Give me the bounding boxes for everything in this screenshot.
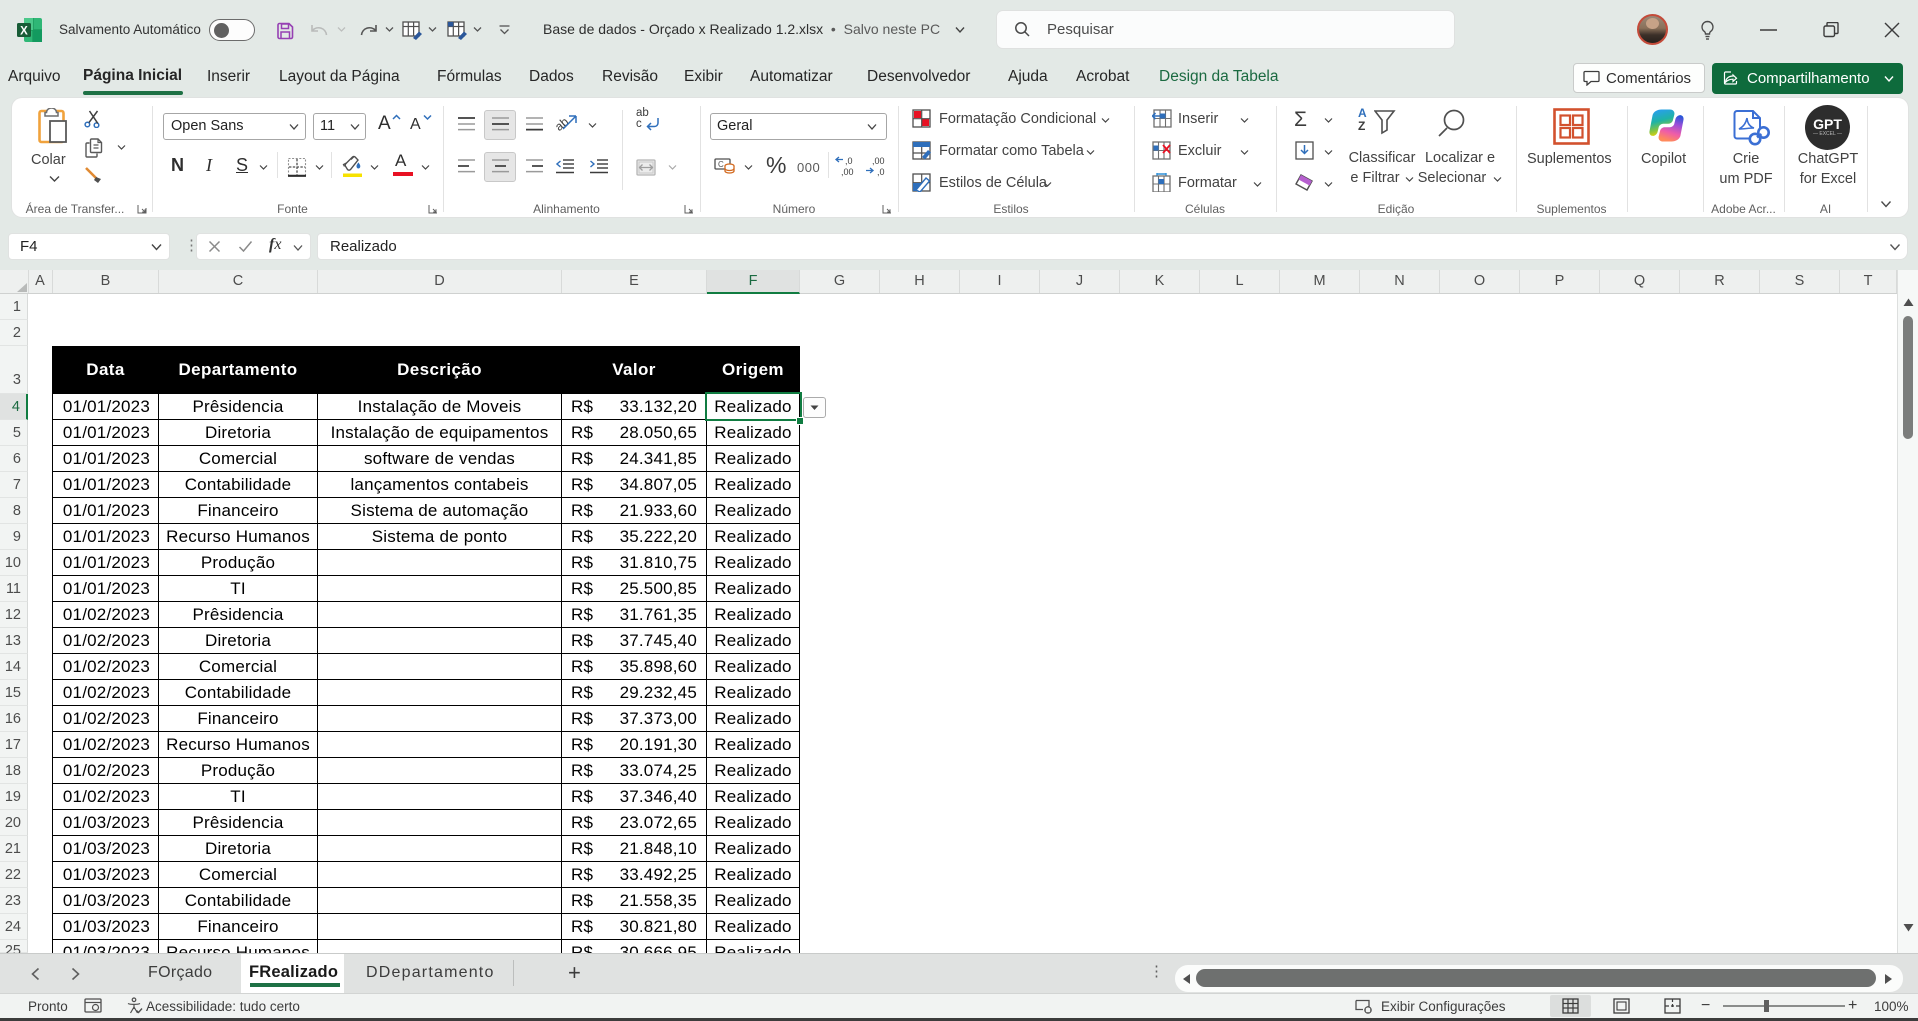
svg-text:,00: ,00 xyxy=(872,156,885,166)
svg-text:,0: ,0 xyxy=(845,156,853,166)
svg-text:C: C xyxy=(718,160,724,169)
svg-text:,0: ,0 xyxy=(877,167,885,177)
svg-text:X: X xyxy=(20,26,28,38)
svg-text:,00: ,00 xyxy=(841,167,854,177)
